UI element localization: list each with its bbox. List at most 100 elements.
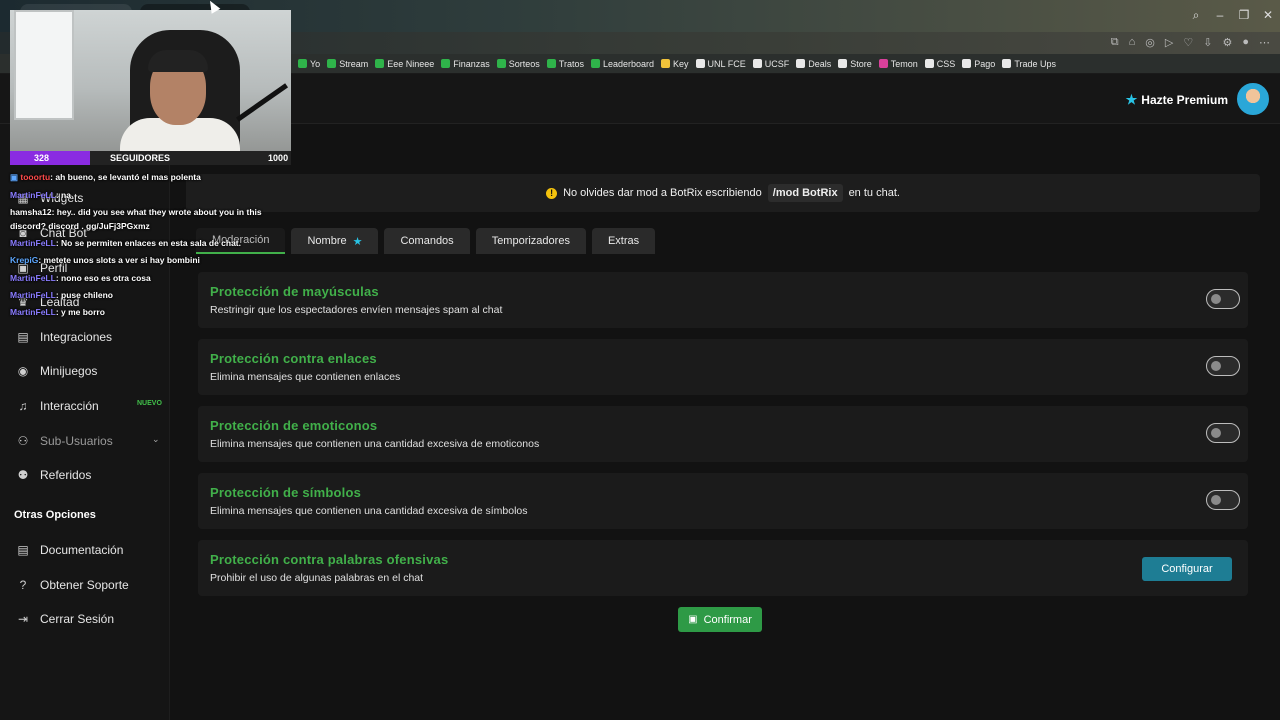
protection-desc: Elimina mensajes que contienen una canti…: [210, 505, 528, 517]
restore-icon[interactable]: ❐: [1236, 8, 1252, 22]
protection-desc: Elimina mensajes que contienen enlaces: [210, 371, 401, 383]
bookmark-label: Tratos: [558, 58, 584, 69]
sidebar-item-label: Documentación: [40, 543, 124, 557]
close-icon[interactable]: ✕: [1260, 8, 1276, 22]
protection-title: Protección contra enlaces: [210, 351, 377, 366]
extension-icon[interactable]: ⚙: [1222, 36, 1232, 49]
search-tabs-icon[interactable]: ⌕: [1188, 8, 1204, 23]
sidebar-item-integraciones[interactable]: ▤ Integraciones: [16, 330, 166, 344]
tab-nombre[interactable]: Nombre ★: [291, 228, 379, 254]
music-icon: ♫: [18, 399, 28, 413]
question-icon: ?: [19, 578, 27, 592]
tab-label: Nombre: [307, 235, 347, 247]
protection-title: Protección de emoticonos: [210, 418, 378, 433]
sidebar-item-sub-usuarios[interactable]: ⚇ Sub-Usuarios: [16, 434, 166, 448]
extension-icon[interactable]: ⌂: [1129, 36, 1136, 49]
chat-message: KrepiG: metete unos slots a ver si hay b…: [10, 255, 200, 265]
tab-comandos[interactable]: Comandos: [384, 228, 470, 254]
bookmark-label: CSS: [936, 58, 956, 69]
bookmark-icon: [924, 59, 934, 68]
sidebar-item-soporte[interactable]: ? Obtener Soporte: [16, 578, 166, 592]
bookmark-item[interactable]: Yo: [298, 59, 320, 69]
docs-icon: ▤: [17, 543, 29, 557]
premium-button[interactable]: ★ Hazte Premium: [1126, 92, 1228, 108]
integrations-icon: ▤: [17, 330, 29, 344]
sidebar-item-minijuegos[interactable]: ◉ Minijuegos: [16, 364, 166, 378]
bookmark-item[interactable]: Tratos: [546, 58, 584, 69]
bookmark-item[interactable]: Trade Ups: [1002, 59, 1056, 69]
bookmark-item[interactable]: Temon: [878, 58, 918, 69]
followers-progress-fill: [10, 151, 90, 165]
sidebar-item-label: Obtener Soporte: [40, 578, 129, 592]
confirm-button[interactable]: ▣ Confirmar: [678, 607, 762, 632]
sidebar-item-label: Integraciones: [40, 330, 113, 344]
chat-user: MartinFeLL: [10, 273, 56, 283]
sidebar-item-referidos[interactable]: ⚉ Referidos: [16, 468, 166, 482]
sidebar-item-documentacion[interactable]: ▤ Documentación: [16, 543, 166, 557]
confirm-label: Confirmar: [703, 613, 752, 626]
followers-goal: 1000: [268, 153, 289, 163]
webcam-person-hair: [148, 50, 208, 72]
bookmark-label: Yo: [310, 58, 321, 69]
profile-avatar-icon[interactable]: ●: [1242, 36, 1249, 49]
bookmark-item[interactable]: Leaderboard: [590, 59, 654, 69]
configure-button[interactable]: Configurar: [1142, 557, 1232, 581]
chat-text: : hey.. did you see what they wrote abou…: [51, 207, 262, 217]
bookmark-item[interactable]: Key: [661, 59, 689, 69]
tab-temporizadores[interactable]: Temporizadores: [475, 228, 586, 254]
bookmark-item[interactable]: Stream: [327, 59, 368, 69]
webcam-window-bg: [14, 10, 74, 120]
emotes-toggle[interactable]: [1206, 423, 1240, 443]
bookmark-label: Trade Ups: [1014, 58, 1056, 69]
protection-title: Protección de mayúsculas: [210, 284, 379, 299]
section-title: Otras Opciones: [14, 509, 96, 521]
protection-desc: Elimina mensajes que contienen una canti…: [210, 438, 540, 450]
caps-toggle[interactable]: [1206, 289, 1240, 309]
webcam-overlay: [10, 10, 291, 165]
links-toggle[interactable]: [1206, 356, 1240, 376]
heart-icon[interactable]: ♡: [1183, 36, 1193, 49]
protection-desc: Prohibir el uso de algunas palabras en e…: [210, 572, 424, 584]
referrals-icon: ⚉: [17, 468, 29, 482]
protection-title: Protección de símbolos: [210, 485, 362, 500]
bookmark-icon: [1002, 59, 1012, 68]
extension-icon[interactable]: ◎: [1145, 36, 1155, 49]
notice-command: /mod BotRix: [767, 184, 843, 202]
bookmark-item[interactable]: Finanzas: [441, 59, 490, 69]
chat-text: : y me borro: [55, 307, 105, 317]
bookmark-icon: [375, 59, 385, 68]
chevron-down-icon[interactable]: ⌄: [152, 434, 160, 445]
download-icon[interactable]: ⇩: [1203, 36, 1212, 49]
chat-user: MartinFeLL: [10, 190, 56, 200]
bookmark-item[interactable]: Store: [838, 59, 872, 69]
bookmark-item[interactable]: CSS: [924, 58, 956, 69]
chat-message: MartinFeLL: na: [10, 190, 71, 200]
bookmark-icon: [661, 59, 671, 68]
bookmark-item[interactable]: Sorteos: [496, 59, 540, 69]
users-icon: ⚇: [17, 434, 29, 448]
user-avatar[interactable]: [1237, 83, 1269, 115]
chat-message: discord? discord . gg/JuFj3PGxmz: [10, 221, 150, 231]
sidebar-item-cerrar-sesion[interactable]: ⇥ Cerrar Sesión: [16, 612, 166, 626]
symbols-toggle[interactable]: [1206, 490, 1240, 510]
minimize-icon[interactable]: –: [1212, 8, 1228, 22]
extension-icon[interactable]: ⧉: [1111, 36, 1119, 49]
sidebar-item-label: Sub-Usuarios: [40, 434, 113, 448]
bookmark-item[interactable]: Pago: [962, 59, 995, 69]
chat-message: MartinFeLL: nono eso es otra cosa: [10, 273, 151, 283]
bookmark-icon: [327, 59, 337, 68]
chat-text: : metete unos slots a ver si hay bombini: [38, 255, 200, 265]
bookmark-label: Temon: [890, 58, 918, 69]
bookmark-item[interactable]: Deals: [796, 59, 831, 69]
bookmark-label: UNL FCE: [707, 58, 746, 69]
tab-extras[interactable]: Extras: [591, 228, 656, 254]
notice-prefix: No olvides dar mod a BotRix escribiendo: [563, 187, 762, 199]
toggle-knob: [1211, 361, 1221, 371]
bookmark-item[interactable]: Eee Nineee: [375, 59, 434, 69]
bookmark-item[interactable]: UNL FCE: [695, 58, 746, 69]
chat-user: KrepiG: [10, 255, 39, 265]
tab-bar: Moderación Nombre ★ Comandos Temporizador…: [196, 228, 656, 254]
menu-icon[interactable]: ⋯: [1259, 36, 1270, 49]
play-icon[interactable]: ▷: [1165, 36, 1173, 49]
bookmark-item[interactable]: UCSF: [752, 59, 789, 69]
